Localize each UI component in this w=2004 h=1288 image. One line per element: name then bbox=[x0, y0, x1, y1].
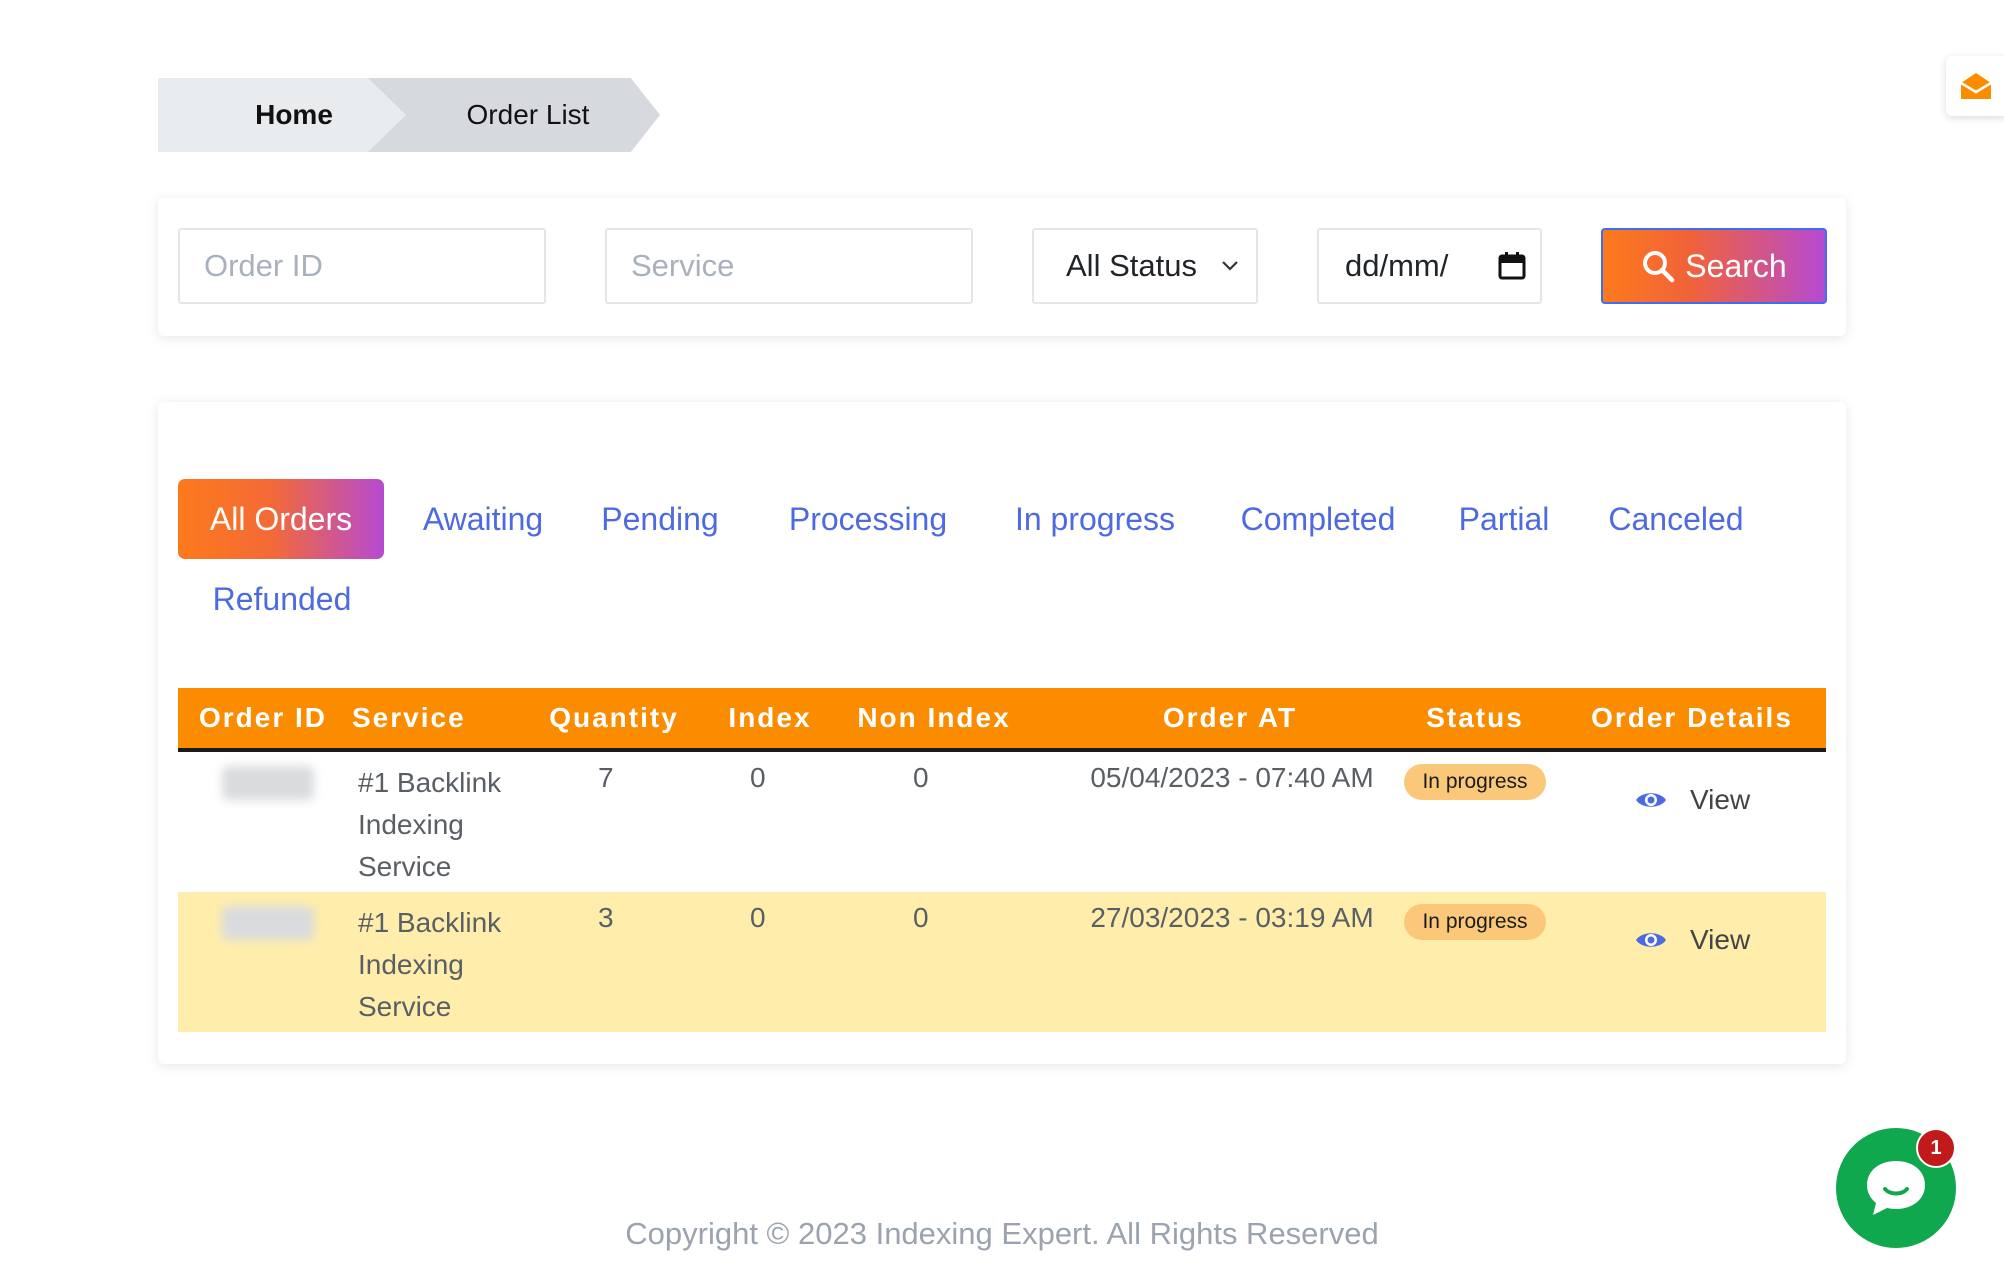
order-at-cell: 27/03/2023 - 03:19 AM bbox=[1090, 902, 1374, 933]
chat-notification-badge: 1 bbox=[1916, 1128, 1956, 1168]
view-order-link[interactable]: View bbox=[1634, 924, 1750, 956]
service-cell: #1 Backlink Indexing Service bbox=[358, 762, 501, 888]
table-row: #1 Backlink Indexing Service 7 0 0 05/04… bbox=[178, 752, 1826, 892]
col-service: Service bbox=[352, 702, 466, 733]
col-index: Index bbox=[728, 702, 812, 733]
tab-all-orders[interactable]: All Orders bbox=[178, 479, 384, 559]
tab-label: Canceled bbox=[1608, 500, 1744, 537]
non-index-cell: 0 bbox=[913, 902, 929, 933]
service-line: #1 Backlink bbox=[358, 767, 502, 798]
tab-label: Refunded bbox=[212, 580, 352, 617]
service-line: Indexing bbox=[358, 809, 464, 840]
order-at-cell: 05/04/2023 - 07:40 AM bbox=[1090, 762, 1374, 793]
view-order-link[interactable]: View bbox=[1634, 784, 1750, 816]
tab-label: Completed bbox=[1240, 500, 1396, 537]
service-line: #1 Backlink bbox=[358, 907, 502, 938]
quantity-cell: 7 bbox=[598, 762, 614, 793]
order-list-page: Home Order List All Status dd/mm/ bbox=[0, 0, 2004, 1288]
tab-partial[interactable]: Partial bbox=[1444, 479, 1564, 559]
orders-table: Order ID Service Quantity Index Non Inde… bbox=[178, 688, 1826, 1032]
breadcrumb-current: Order List bbox=[368, 78, 660, 152]
tab-label: Awaiting bbox=[422, 500, 544, 537]
redacted-order-id bbox=[222, 906, 314, 940]
col-status: Status bbox=[1426, 702, 1524, 733]
eye-icon bbox=[1636, 793, 1666, 807]
service-line: Indexing bbox=[358, 949, 464, 980]
service-input[interactable] bbox=[607, 230, 971, 302]
index-cell: 0 bbox=[750, 902, 766, 933]
view-label: View bbox=[1690, 784, 1751, 815]
date-field[interactable]: dd/mm/ bbox=[1317, 228, 1542, 304]
chat-bubble-icon bbox=[1867, 1161, 1925, 1215]
order-id-field[interactable] bbox=[178, 228, 546, 304]
calendar-icon[interactable] bbox=[1498, 251, 1526, 281]
tab-pending[interactable]: Pending bbox=[590, 479, 730, 559]
tab-in-progress[interactable]: In progress bbox=[1000, 479, 1190, 559]
magnifier-icon bbox=[1643, 251, 1675, 283]
tab-label: Pending bbox=[601, 500, 719, 537]
filter-card: All Status dd/mm/ Search bbox=[158, 198, 1846, 336]
mail-float-button[interactable] bbox=[1946, 56, 2004, 116]
view-label: View bbox=[1690, 924, 1751, 955]
service-line: Service bbox=[358, 851, 452, 882]
date-field-value: dd/mm/ bbox=[1345, 248, 1449, 283]
service-field[interactable] bbox=[605, 228, 973, 304]
orders-card: All Orders Awaiting Pending Processing I… bbox=[158, 402, 1846, 1064]
tab-label: Partial bbox=[1458, 500, 1550, 537]
tab-label: Processing bbox=[788, 500, 948, 537]
table-row: #1 Backlink Indexing Service 3 0 0 27/03… bbox=[178, 892, 1826, 1032]
service-line: Service bbox=[358, 991, 452, 1022]
index-cell: 0 bbox=[750, 762, 766, 793]
eye-icon bbox=[1636, 933, 1666, 947]
service-cell: #1 Backlink Indexing Service bbox=[358, 902, 501, 1028]
col-order-at: Order AT bbox=[1162, 702, 1298, 733]
redacted-order-id bbox=[222, 766, 314, 800]
search-button[interactable]: Search bbox=[1601, 228, 1827, 304]
status-select[interactable]: All Status bbox=[1032, 228, 1258, 304]
tab-completed[interactable]: Completed bbox=[1226, 479, 1410, 559]
breadcrumb-home-label: Home bbox=[255, 99, 333, 130]
order-id-input[interactable] bbox=[180, 230, 544, 302]
col-quantity: Quantity bbox=[549, 702, 679, 733]
col-non-index: Non Index bbox=[857, 702, 1011, 733]
col-order-details: Order Details bbox=[1591, 702, 1793, 733]
breadcrumb: Home Order List bbox=[158, 78, 660, 152]
chevron-down-icon bbox=[1222, 261, 1238, 271]
tab-awaiting[interactable]: Awaiting bbox=[408, 479, 558, 559]
search-button-label: Search bbox=[1685, 247, 1787, 284]
tab-processing[interactable]: Processing bbox=[778, 479, 958, 559]
status-badge: In progress bbox=[1404, 764, 1546, 800]
table-header: Order ID Service Quantity Index Non Inde… bbox=[178, 688, 1826, 752]
footer-copyright: Copyright © 2023 Indexing Expert. All Ri… bbox=[625, 1216, 1379, 1251]
status-select-value: All Status bbox=[1066, 248, 1197, 283]
quantity-cell: 3 bbox=[598, 902, 614, 933]
col-order-id: Order ID bbox=[198, 702, 328, 733]
breadcrumb-current-label: Order List bbox=[466, 99, 590, 130]
tab-refunded[interactable]: Refunded bbox=[190, 559, 374, 639]
envelope-open-icon bbox=[1960, 73, 1992, 99]
tab-canceled[interactable]: Canceled bbox=[1594, 479, 1758, 559]
non-index-cell: 0 bbox=[913, 762, 929, 793]
status-badge: In progress bbox=[1404, 904, 1546, 940]
tab-label: In progress bbox=[1014, 500, 1176, 537]
tab-label: All Orders bbox=[209, 500, 353, 537]
